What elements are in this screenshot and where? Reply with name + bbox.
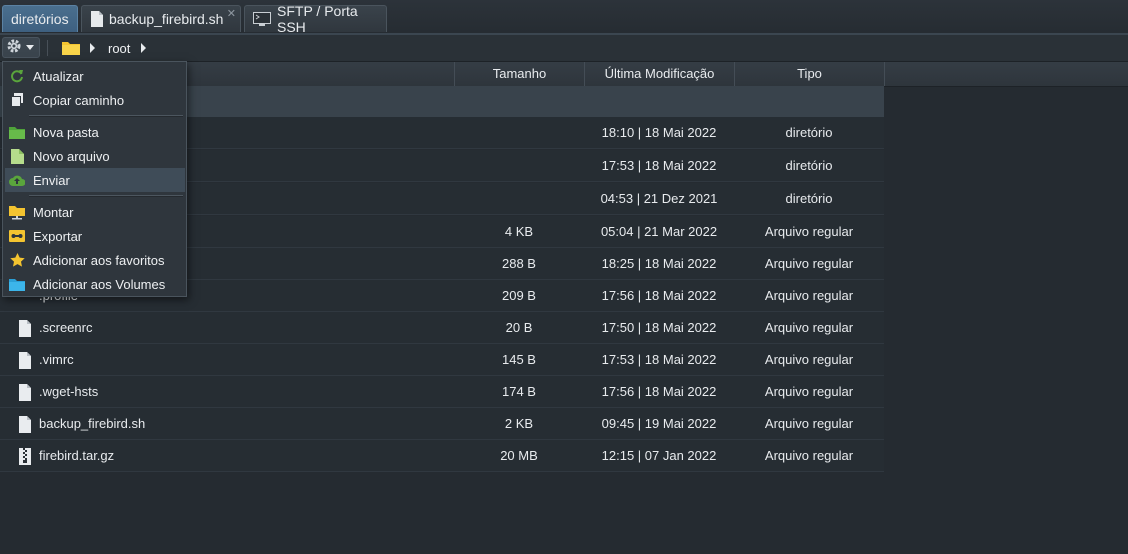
- file-size: 174 B: [502, 384, 536, 399]
- column-header-type[interactable]: Tipo: [734, 62, 884, 86]
- file-type: Arquivo regular: [764, 352, 854, 367]
- file-type: Arquivo regular: [764, 256, 854, 271]
- mount-icon: [9, 204, 25, 220]
- star-icon: [9, 252, 25, 268]
- tab-label: backup_firebird.sh: [109, 11, 224, 27]
- file-name: .vimrc: [39, 352, 74, 367]
- menu-item-mount[interactable]: Montar: [5, 200, 185, 224]
- menu-item-upload[interactable]: Enviar: [5, 168, 185, 192]
- file-modified: 17:56 | 18 Mai 2022: [601, 288, 717, 303]
- menu-separator: [29, 195, 183, 197]
- file-size: 209 B: [502, 288, 536, 303]
- new-folder-icon: [9, 124, 25, 140]
- tab-sftp-ssh[interactable]: SFTP / Porta SSH: [244, 3, 387, 35]
- file-name: backup_firebird.sh: [39, 416, 146, 431]
- tab-bar: diretórios backup_firebird.sh ✕ SFTP / P…: [0, 0, 1128, 35]
- file-size: 2 KB: [504, 416, 534, 431]
- file-modified: 17:53 | 18 Mai 2022: [601, 352, 717, 367]
- column-header-size[interactable]: Tamanho: [454, 62, 584, 86]
- file-type: Arquivo regular: [764, 384, 854, 399]
- file-size: 4 KB: [504, 224, 534, 239]
- chevron-right-icon: [90, 43, 95, 53]
- table-row[interactable]: .screenrc 20 B 17:50 | 18 Mai 2022 Arqui…: [0, 312, 884, 344]
- file-icon: [18, 416, 32, 436]
- file-type: diretório: [785, 158, 833, 173]
- file-modified: 09:45 | 19 Mai 2022: [601, 416, 717, 431]
- terminal-icon: [253, 12, 271, 26]
- file-type: diretório: [785, 191, 833, 206]
- upload-cloud-icon: [9, 172, 25, 188]
- file-modified: 17:53 | 18 Mai 2022: [601, 158, 717, 173]
- menu-item-refresh[interactable]: Atualizar: [5, 64, 185, 88]
- file-size: 288 B: [502, 256, 536, 271]
- column-header-modified[interactable]: Última Modificação: [584, 62, 734, 86]
- file-modified: 17:56 | 18 Mai 2022: [601, 384, 717, 399]
- file-type: Arquivo regular: [764, 224, 854, 239]
- menu-item-new-file[interactable]: Novo arquivo: [5, 144, 185, 168]
- tab-backup-firebird[interactable]: backup_firebird.sh ✕: [81, 5, 241, 32]
- file-modified: 04:53 | 21 Dez 2021: [600, 191, 718, 206]
- chevron-right-icon[interactable]: [141, 43, 146, 53]
- file-name: firebird.tar.gz: [39, 448, 115, 463]
- archive-icon: [18, 448, 32, 468]
- file-type: Arquivo regular: [764, 448, 854, 463]
- file-modified: 18:10 | 18 Mai 2022: [601, 125, 717, 140]
- file-name: .wget-hsts: [39, 384, 99, 399]
- file-type: Arquivo regular: [764, 320, 854, 335]
- file-size: 145 B: [502, 352, 536, 367]
- menu-item-add-favorites[interactable]: Adicionar aos favoritos: [5, 248, 185, 272]
- file-icon: [18, 320, 32, 340]
- file-modified: 18:25 | 18 Mai 2022: [601, 256, 717, 271]
- actions-dropdown-menu: Atualizar Copiar caminho Nova pasta Novo…: [2, 61, 187, 297]
- menu-item-add-volumes[interactable]: Adicionar aos Volumes: [5, 272, 185, 296]
- actions-menu-button[interactable]: [2, 37, 40, 58]
- volume-folder-icon: [9, 276, 25, 292]
- new-file-icon: [9, 148, 25, 164]
- file-modified: 17:50 | 18 Mai 2022: [601, 320, 717, 335]
- refresh-icon: [9, 68, 25, 84]
- table-row[interactable]: .vimrc 145 B 17:53 | 18 Mai 2022 Arquivo…: [0, 344, 884, 376]
- breadcrumb-root[interactable]: root: [108, 41, 130, 56]
- file-type: diretório: [785, 125, 833, 140]
- menu-item-export[interactable]: Exportar: [5, 224, 185, 248]
- tab-label: SFTP / Porta SSH: [277, 3, 358, 35]
- file-size: 20 MB: [500, 448, 538, 463]
- tab-directories[interactable]: diretórios: [2, 5, 78, 32]
- file-modified: 12:15 | 07 Jan 2022: [601, 448, 717, 463]
- file-icon: [18, 384, 32, 404]
- file-modified: 05:04 | 21 Mar 2022: [600, 224, 718, 239]
- file-type: Arquivo regular: [764, 288, 854, 303]
- menu-separator: [29, 115, 183, 117]
- toolbar: root: [0, 35, 1128, 62]
- menu-item-copy-path[interactable]: Copiar caminho: [5, 88, 185, 112]
- file-name: .screenrc: [39, 320, 93, 335]
- tab-label: diretórios: [11, 11, 69, 27]
- table-row[interactable]: .wget-hsts 174 B 17:56 | 18 Mai 2022 Arq…: [0, 376, 884, 408]
- table-row[interactable]: firebird.tar.gz 20 MB 12:15 | 07 Jan 202…: [0, 440, 884, 472]
- gear-icon: [6, 38, 22, 57]
- menu-item-new-folder[interactable]: Nova pasta: [5, 120, 185, 144]
- close-icon[interactable]: ✕: [227, 7, 236, 20]
- export-icon: [9, 228, 25, 244]
- file-type: Arquivo regular: [764, 416, 854, 431]
- file-icon: [90, 11, 103, 27]
- table-row[interactable]: backup_firebird.sh 2 KB 09:45 | 19 Mai 2…: [0, 408, 884, 440]
- file-size: 20 B: [505, 320, 533, 335]
- file-icon: [18, 352, 32, 372]
- copy-icon: [9, 92, 25, 108]
- folder-icon[interactable]: [62, 40, 80, 58]
- column-divider: [884, 62, 885, 86]
- divider: [47, 40, 48, 56]
- chevron-down-icon: [26, 45, 34, 50]
